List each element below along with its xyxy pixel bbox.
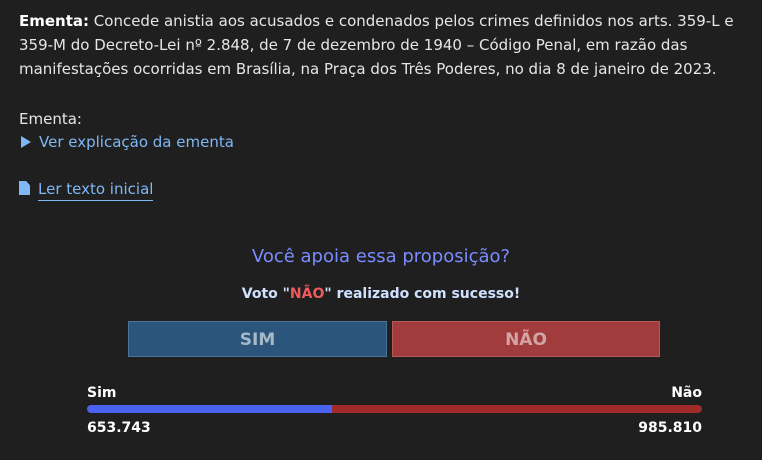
- vote-nao-button[interactable]: NÃO: [392, 321, 660, 357]
- success-choice: NÃO: [289, 286, 325, 302]
- vote-question: Você apoia essa proposição?: [251, 246, 511, 267]
- sim-result-fill: [87, 405, 333, 413]
- link-label: Ler texto inicial: [38, 180, 154, 201]
- ementa-paragraph: Ementa: Concede anistia aos acusados e c…: [19, 9, 759, 81]
- ementa-text: Concede anistia aos acusados e condenado…: [19, 12, 734, 78]
- play-triangle-icon: [21, 136, 31, 148]
- toggle-label: Ver explicação da ementa: [39, 133, 234, 151]
- success-suffix: " realizado com sucesso!: [324, 286, 521, 302]
- success-prefix: Voto ": [241, 286, 290, 302]
- ementa-bold-label: Ementa:: [19, 12, 90, 30]
- nao-result-label: Não: [671, 385, 702, 401]
- vote-success-message: Voto "NÃO" realizado com sucesso!: [0, 286, 762, 302]
- vote-result-bar: [87, 405, 702, 413]
- toggle-ementa-explanation[interactable]: Ver explicação da ementa: [21, 133, 234, 151]
- vote-sim-button[interactable]: SIM: [128, 321, 387, 357]
- document-icon: [19, 181, 30, 195]
- sim-result-label: Sim: [87, 385, 117, 401]
- ementa-section-label: Ementa:: [19, 110, 82, 128]
- vote-panel: Ementa: Concede anistia aos acusados e c…: [0, 0, 762, 460]
- read-initial-text-link[interactable]: Ler texto inicial: [19, 180, 154, 201]
- sim-count: 653.743: [87, 420, 151, 436]
- nao-count: 985.810: [638, 420, 702, 436]
